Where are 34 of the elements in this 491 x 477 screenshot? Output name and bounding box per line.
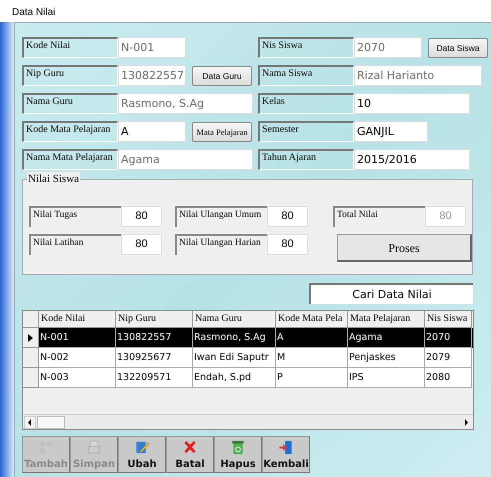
table-row[interactable]: N-001 130822557 Rasmono, S.Ag A Agama 2070 xyxy=(23,328,473,348)
bin-icon xyxy=(230,440,246,455)
table-cell: Endah, S.pd xyxy=(193,368,276,388)
scrollbar-thumb[interactable] xyxy=(37,416,65,428)
table-row[interactable]: N-002 130925677 Iwan Edi Saputr M Penjaskes 2079 xyxy=(23,348,473,368)
number-field[interactable]: 80 xyxy=(121,206,162,227)
table-cell: IPS xyxy=(348,368,425,388)
table-cell: 132209571 xyxy=(116,368,193,388)
door-icon xyxy=(278,440,294,455)
toolbar-button[interactable]: Kembali xyxy=(262,436,310,473)
search-field[interactable]: Cari Data Nilai xyxy=(309,283,473,304)
number-field[interactable]: 80 xyxy=(267,234,308,255)
text-field[interactable]: 2015/2016 xyxy=(354,149,470,170)
number-field[interactable]: 80 xyxy=(121,234,162,255)
text-field[interactable]: 10 xyxy=(354,93,470,114)
table-cell: P xyxy=(276,368,348,388)
table-cell: 2080 xyxy=(425,368,472,388)
toolbar-button[interactable]: Hapus xyxy=(214,436,262,473)
window-title: Data Nilai xyxy=(12,6,56,20)
horizontal-scrollbar[interactable] xyxy=(23,414,473,429)
table-row[interactable]: N-003 132209571 Endah, S.pd P IPS 2080 xyxy=(23,368,473,388)
row-pointer-icon xyxy=(28,334,33,342)
toolbar-button[interactable]: Batal xyxy=(166,436,214,473)
toolbar-button[interactable]: Ubah xyxy=(118,436,166,473)
scroll-left-icon[interactable] xyxy=(24,416,36,428)
text-field[interactable]: A xyxy=(118,121,186,142)
pencil-icon xyxy=(134,440,150,455)
number-field[interactable]: 80 xyxy=(267,206,308,227)
lookup-button[interactable]: Mata Pelajaran xyxy=(192,122,252,142)
text-field[interactable]: GANJIL xyxy=(354,121,428,142)
close-icon xyxy=(182,440,198,455)
printer-icon xyxy=(86,440,102,455)
table-cell: N-003 xyxy=(39,368,116,388)
proses-button[interactable]: Proses xyxy=(337,234,472,262)
